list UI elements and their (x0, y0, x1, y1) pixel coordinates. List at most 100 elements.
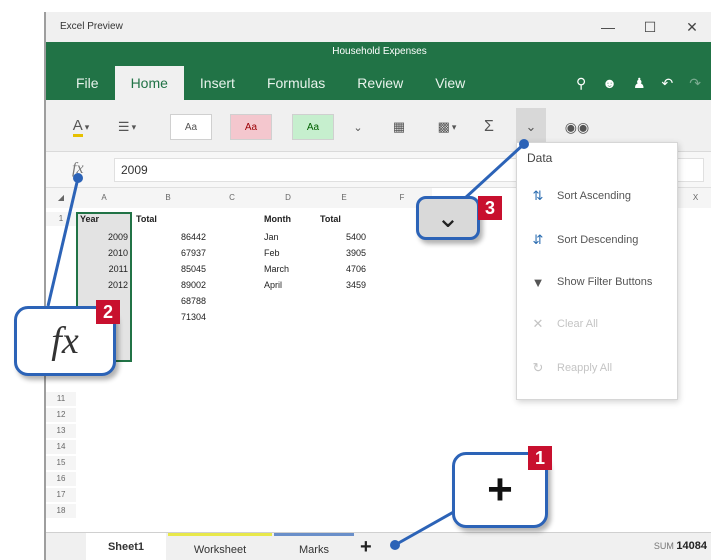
table-cell[interactable]: March (264, 262, 289, 276)
align-button[interactable]: ☰ ▾ (110, 114, 144, 140)
table-cell[interactable]: 68788 (132, 294, 206, 308)
column-header[interactable]: C (204, 188, 260, 208)
row-header[interactable]: 15 (46, 456, 76, 470)
excel-window: Excel Preview — ☐ ✕ Household Expenses F… (44, 12, 711, 560)
cell-header-year[interactable]: Year (80, 212, 99, 226)
status-sum-value: 14084 (676, 540, 707, 552)
tab-file[interactable]: File (60, 66, 115, 100)
row-header[interactable]: 1 (46, 212, 76, 226)
cell-header-month[interactable]: Month (264, 212, 291, 226)
sheet-tab-worksheet[interactable]: Worksheet (168, 533, 272, 560)
row-header[interactable]: 16 (46, 472, 76, 486)
font-color-icon: A (72, 117, 83, 137)
table-cell[interactable]: 85045 (132, 262, 206, 276)
undo-icon[interactable]: ↶ (662, 75, 674, 92)
tab-formulas[interactable]: Formulas (251, 66, 341, 100)
cell-header-month-total[interactable]: Total (320, 212, 341, 226)
plus-icon: + (487, 465, 513, 514)
table-cell[interactable]: 2010 (76, 246, 128, 260)
table-cell[interactable]: April (264, 278, 282, 292)
row-header[interactable]: 13 (46, 424, 76, 438)
row-header[interactable]: 17 (46, 488, 76, 502)
row-header[interactable]: 14 (46, 440, 76, 454)
lightbulb-icon[interactable]: ⚲ (576, 75, 586, 92)
table-cell[interactable]: 5400 (316, 230, 366, 244)
table-cell[interactable]: 2011 (76, 262, 128, 276)
table-cell[interactable]: 67937 (132, 246, 206, 260)
column-header[interactable]: B (132, 188, 204, 208)
menu-item-label: Clear All (557, 318, 598, 330)
window-controls: — ☐ ✕ (587, 12, 711, 42)
title-bar: Excel Preview — ☐ ✕ (46, 12, 711, 42)
function-icon-large: fx (51, 320, 79, 362)
menu-item-label: Sort Descending (557, 234, 639, 246)
close-button[interactable]: ✕ (671, 12, 711, 42)
clear-filter-icon: ✕ (532, 316, 544, 331)
autosum-button[interactable]: Σ (476, 114, 502, 140)
row-header[interactable]: 11 (46, 392, 76, 406)
cell-header-total[interactable]: Total (136, 212, 157, 226)
table-cell[interactable]: 2009 (76, 230, 128, 244)
cell-style-normal[interactable]: Aa (170, 114, 212, 140)
tab-review[interactable]: Review (341, 66, 419, 100)
menu-item-clear-all[interactable]: ✕ Clear All (529, 313, 598, 335)
document-title: Household Expenses (332, 46, 427, 57)
table-cell[interactable]: Jan (264, 230, 279, 244)
cell-style-good[interactable]: Aa (292, 114, 334, 140)
column-header[interactable]: A (76, 188, 132, 208)
menu-item-label: Reapply All (557, 362, 613, 374)
row-header[interactable]: 12 (46, 408, 76, 422)
filter-icon: ▼ (531, 274, 545, 290)
table-cell[interactable]: 4706 (316, 262, 366, 276)
minimize-button[interactable]: — (587, 12, 629, 42)
cell-style-bad[interactable]: Aa (230, 114, 272, 140)
insert-cells-icon[interactable]: ▩ ▾ (430, 114, 464, 140)
select-all-corner[interactable]: ◢ (46, 188, 76, 208)
table-cell[interactable]: 86442 (132, 230, 206, 244)
smiley-icon[interactable]: ☻ (602, 75, 617, 92)
redo-icon[interactable]: ↷ (689, 75, 701, 92)
ribbon-right-icons: ⚲ ☻ ♟ ↶ ↷ (576, 75, 701, 92)
app-name: Excel Preview (60, 21, 123, 32)
status-sum-label: SUM (653, 541, 674, 551)
reapply-filter-icon: ↻ (532, 360, 544, 375)
table-cell[interactable]: 2012 (76, 278, 128, 292)
data-dropdown-menu: Data ⇅ Sort Ascending ⇵ Sort Descending … (516, 142, 678, 400)
number-format-icon[interactable]: ▦ (386, 114, 412, 140)
menu-item-reapply-all[interactable]: ↻ Reapply All (529, 357, 613, 379)
menu-item-label: Sort Ascending (557, 190, 631, 202)
column-header[interactable]: E (316, 188, 372, 208)
menu-item-label: Show Filter Buttons (557, 276, 653, 288)
column-header[interactable]: D (260, 188, 316, 208)
callout-badge-2: 2 (96, 300, 120, 324)
data-menu-title: Data (527, 151, 553, 165)
sort-descending-icon: ⇵ (532, 232, 544, 247)
menu-item-sort-ascending[interactable]: ⇅ Sort Ascending (529, 185, 631, 207)
table-cell[interactable]: 71304 (132, 310, 206, 324)
share-icon[interactable]: ♟ (633, 75, 646, 92)
column-header[interactable]: X (678, 188, 711, 208)
maximize-button[interactable]: ☐ (629, 12, 671, 42)
ribbon-tabs: File Home Insert Formulas Review View (60, 66, 481, 100)
table-cell[interactable]: Feb (264, 246, 280, 260)
add-sheet-button[interactable]: + (360, 535, 372, 559)
font-color-button[interactable]: A ▾ (66, 114, 96, 140)
callout-data-chevron: ⌄ (416, 196, 480, 240)
row-header[interactable]: 18 (46, 504, 76, 518)
table-cell[interactable]: 3459 (316, 278, 366, 292)
tab-insert[interactable]: Insert (184, 66, 251, 100)
table-cell[interactable]: 3905 (316, 246, 366, 260)
sheet-tab-sheet1[interactable]: Sheet1 (86, 533, 166, 560)
sheet-tab-marks[interactable]: Marks (274, 533, 354, 560)
tab-view[interactable]: View (419, 66, 481, 100)
callout-badge-1: 1 (528, 446, 552, 470)
styles-more-button[interactable]: ⌄ (346, 114, 370, 140)
table-cell[interactable]: 89002 (132, 278, 206, 292)
sheet-tabs-bar: Sheet1 Worksheet Marks + SUM 14084 (46, 532, 711, 560)
menu-item-show-filter-buttons[interactable]: ▼ Show Filter Buttons (529, 271, 653, 293)
data-menu-button[interactable]: ⌄ (516, 108, 546, 146)
function-icon[interactable]: fx (72, 160, 84, 178)
find-icon[interactable]: ◉◉ (564, 114, 590, 140)
menu-item-sort-descending[interactable]: ⇵ Sort Descending (529, 229, 639, 251)
tab-home[interactable]: Home (114, 66, 184, 100)
